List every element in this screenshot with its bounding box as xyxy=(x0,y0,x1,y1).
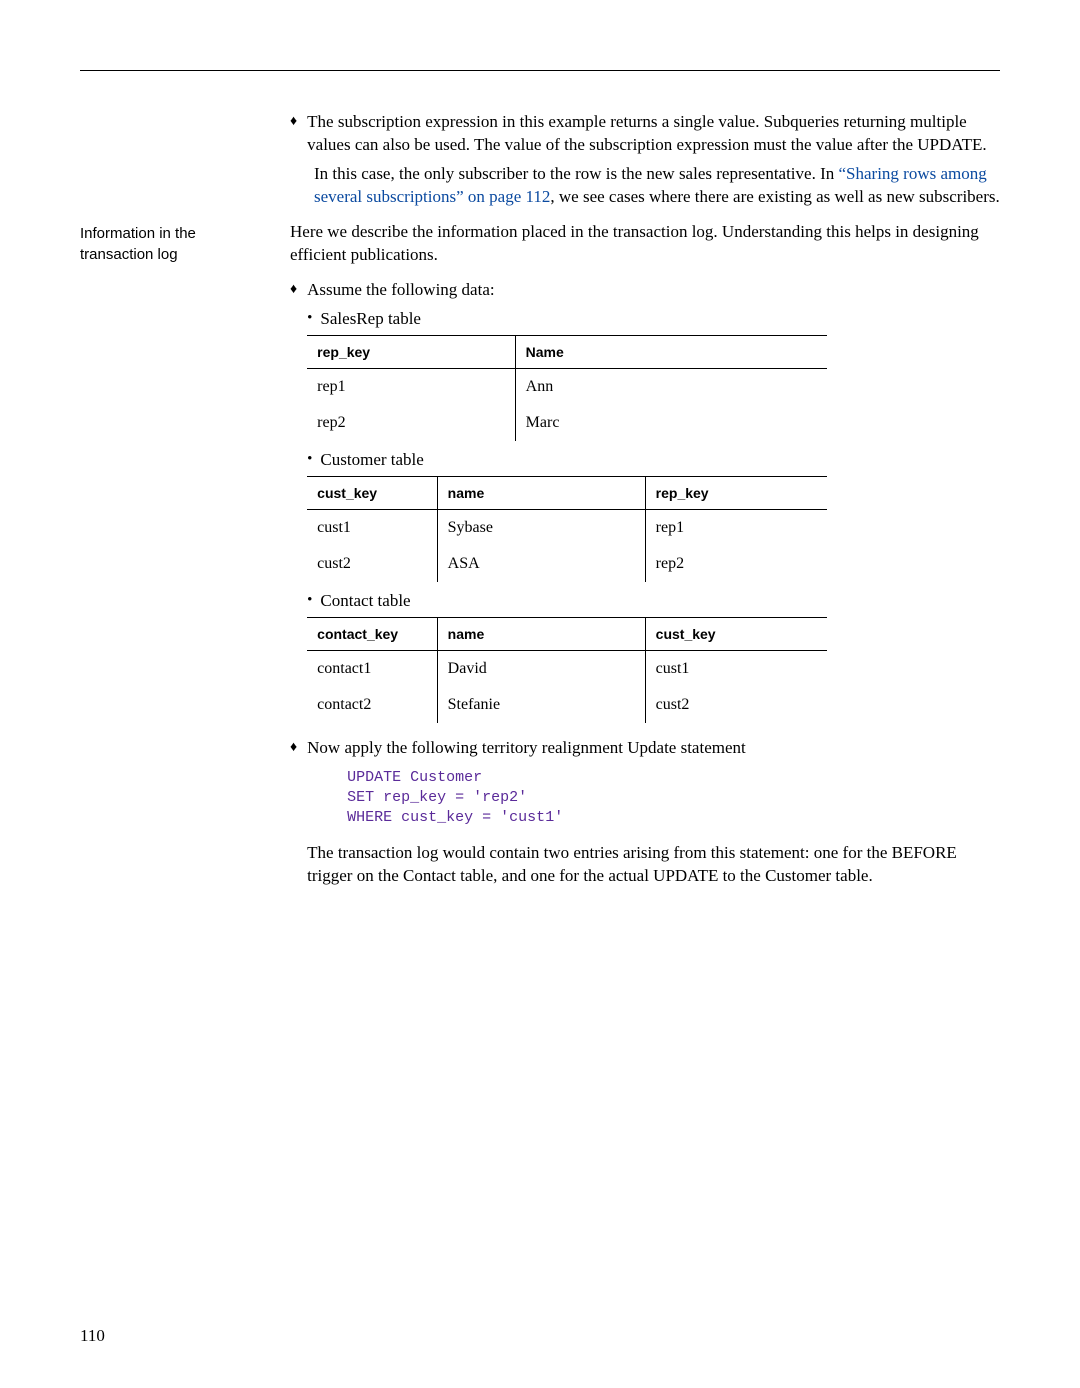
salesrep-table-label: SalesRep table xyxy=(320,308,1000,331)
customer-header-name: name xyxy=(437,476,645,510)
contact-header-name: name xyxy=(437,617,645,651)
main-content: ♦ The subscription expression in this ex… xyxy=(290,111,1000,900)
contact-header-contact-key: contact_key xyxy=(307,617,437,651)
customer-table: cust_key name rep_key cust1 Sybase rep1 … xyxy=(307,476,827,582)
salesrep-header-rep-key: rep_key xyxy=(307,335,515,369)
table-row: cust2 ASA rep2 xyxy=(307,546,827,582)
diamond-icon: ♦ xyxy=(290,111,297,157)
table-row: rep2 Marc xyxy=(307,405,827,441)
para-transaction-log-entries: The transaction log would contain two en… xyxy=(307,842,1000,888)
bullet-dot-icon: • xyxy=(307,449,312,472)
table-row: contact2 Stefanie cust2 xyxy=(307,687,827,723)
salesrep-header-name: Name xyxy=(515,335,827,369)
table-row: contact1 David cust1 xyxy=(307,651,827,687)
page-number: 110 xyxy=(80,1325,105,1348)
bullet-dot-icon: • xyxy=(307,590,312,613)
contact-table: contact_key name cust_key contact1 David… xyxy=(307,617,827,723)
table-row: rep1 Ann xyxy=(307,369,827,405)
para-only-subscriber: In this case, the only subscriber to the… xyxy=(314,163,1000,209)
contact-table-label: Contact table xyxy=(320,590,1000,613)
bullet-dot-icon: • xyxy=(307,308,312,331)
salesrep-table: rep_key Name rep1 Ann rep2 Marc xyxy=(307,335,827,441)
bullet-subscription-expression: ♦ The subscription expression in this ex… xyxy=(290,111,1000,157)
para-subscription-expression: The subscription expression in this exam… xyxy=(307,112,987,154)
sql-code-block: UPDATE Customer SET rep_key = 'rep2' WHE… xyxy=(347,768,1000,829)
apply-update-label: Now apply the following territory realig… xyxy=(307,738,746,757)
customer-table-label: Customer table xyxy=(320,449,1000,472)
assume-data-label: Assume the following data: xyxy=(307,280,494,299)
bullet-assume-data: ♦ Assume the following data: • SalesRep … xyxy=(290,279,1000,731)
customer-header-rep-key: rep_key xyxy=(645,476,827,510)
contact-header-cust-key: cust_key xyxy=(645,617,827,651)
diamond-icon: ♦ xyxy=(290,279,297,731)
side-label-transaction-log: Information in the transaction log xyxy=(80,223,270,265)
top-rule xyxy=(80,70,1000,71)
table-row: cust1 Sybase rep1 xyxy=(307,510,827,546)
diamond-icon: ♦ xyxy=(290,737,297,901)
customer-header-cust-key: cust_key xyxy=(307,476,437,510)
bullet-apply-update: ♦ Now apply the following territory real… xyxy=(290,737,1000,901)
para-describe-info: Here we describe the information placed … xyxy=(290,221,1000,267)
